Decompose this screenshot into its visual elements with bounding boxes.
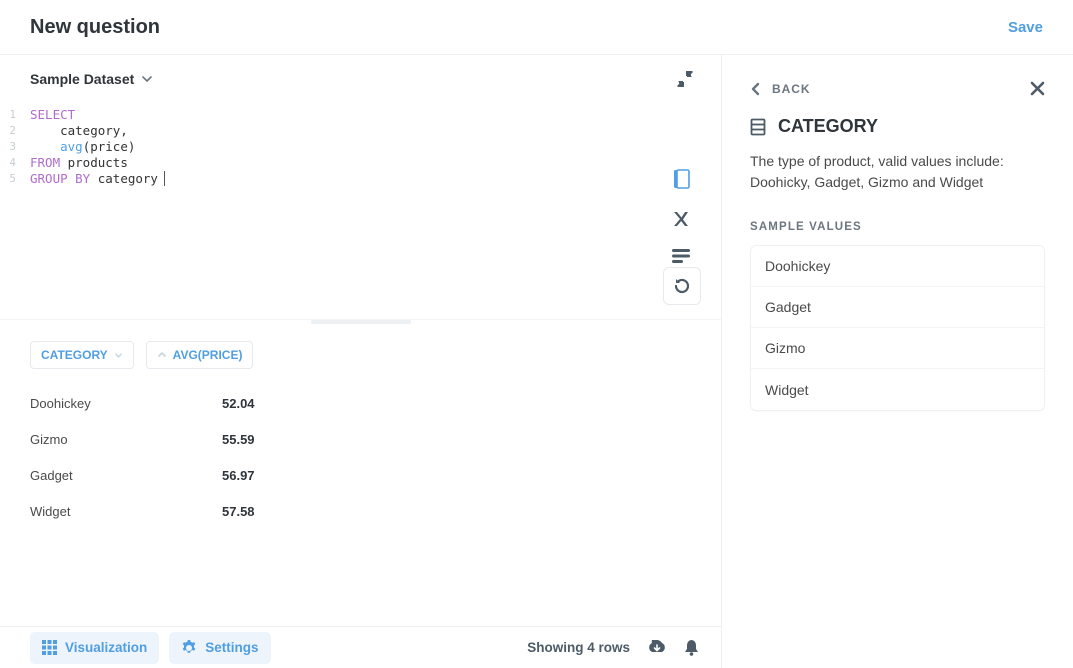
sort-icon [157, 350, 167, 360]
run-query-button[interactable] [663, 267, 701, 305]
data-reference-button[interactable] [672, 169, 690, 189]
line-number: 5 [0, 171, 22, 187]
line-number: 4 [0, 155, 22, 171]
main-pane: Sample Dataset 12345 SELECT category, av… [0, 55, 722, 668]
column-header-avg-price[interactable]: AVG(PRICE) [146, 341, 254, 369]
page-title: New question [30, 16, 160, 39]
cell-category: Widget [30, 504, 222, 519]
column-headers: CATEGORY AVG(PRICE) [0, 341, 721, 379]
column-label: CATEGORY [41, 348, 108, 362]
data-reference-icon [672, 169, 690, 189]
settings-label: Settings [205, 640, 258, 655]
sample-value-item[interactable]: Gadget [751, 287, 1044, 328]
back-button[interactable]: BACK [750, 82, 811, 96]
bell-icon [684, 639, 699, 656]
snippet-icon [672, 249, 690, 263]
settings-button[interactable]: Settings [169, 632, 270, 664]
download-icon [648, 640, 666, 656]
field-description: The type of product, valid values includ… [750, 151, 1030, 193]
cell-value: 55.59 [222, 432, 292, 447]
line-number: 3 [0, 139, 22, 155]
cell-value: 56.97 [222, 468, 292, 483]
sample-values-list: DoohickeyGadgetGizmoWidget [750, 245, 1045, 411]
line-number: 2 [0, 123, 22, 139]
chevron-down-icon [142, 74, 152, 84]
visualization-button[interactable]: Visualization [30, 632, 159, 664]
cell-value: 52.04 [222, 396, 292, 411]
results-table: Doohickey52.04Gizmo55.59Gadget56.97Widge… [0, 379, 721, 529]
variables-button[interactable] [671, 211, 691, 227]
line-number: 1 [0, 107, 22, 123]
visualization-label: Visualization [65, 640, 147, 655]
sample-value-item[interactable]: Doohickey [751, 246, 1044, 287]
table-row[interactable]: Gizmo55.59 [30, 421, 691, 457]
alerts-button[interactable] [684, 639, 699, 656]
chevron-left-icon [750, 82, 760, 96]
database-name: Sample Dataset [30, 71, 134, 87]
field-title: CATEGORY [778, 116, 878, 137]
contract-icon [677, 71, 693, 87]
sample-values-heading: SAMPLE VALUES [750, 221, 1045, 233]
save-button[interactable]: Save [1008, 19, 1043, 36]
variable-icon [671, 211, 691, 227]
close-panel-button[interactable] [1030, 81, 1045, 96]
editor-resize-handle[interactable] [0, 319, 721, 323]
contract-editor-button[interactable] [677, 71, 693, 87]
table-row[interactable]: Doohickey52.04 [30, 385, 691, 421]
field-detail-panel: BACK CATEGORY The type of product, valid… [722, 55, 1073, 668]
table-row[interactable]: Gadget56.97 [30, 457, 691, 493]
cell-category: Gizmo [30, 432, 222, 447]
sample-value-item[interactable]: Gizmo [751, 328, 1044, 369]
results-area: CATEGORYAVG(PRICE) Doohickey52.04Gizmo55… [0, 323, 721, 626]
column-label: AVG(PRICE) [173, 348, 243, 362]
top-bar: New question Save [0, 0, 1073, 55]
native-query-editor: Sample Dataset 12345 SELECT category, av… [0, 55, 721, 323]
sample-value-item[interactable]: Widget [751, 369, 1044, 410]
cell-category: Doohickey [30, 396, 222, 411]
sql-code[interactable]: SELECT category, avg(price)FROM products… [30, 107, 657, 187]
cell-category: Gadget [30, 468, 222, 483]
bottom-bar: Visualization Settings Showing 4 rows [0, 626, 721, 668]
sql-editor[interactable]: 12345 SELECT category, avg(price)FROM pr… [0, 103, 721, 319]
back-label: BACK [772, 82, 811, 96]
row-count: Showing 4 rows [527, 640, 630, 655]
field-icon [750, 118, 766, 136]
snippets-button[interactable] [672, 249, 690, 263]
line-gutter: 12345 [0, 103, 22, 319]
database-picker[interactable]: Sample Dataset [30, 71, 152, 87]
close-icon [1030, 81, 1045, 96]
refresh-icon [673, 277, 691, 295]
field-title-row: CATEGORY [750, 116, 1045, 137]
cell-value: 57.58 [222, 504, 292, 519]
chevron-down-icon [114, 351, 123, 360]
download-button[interactable] [648, 640, 666, 656]
table-row[interactable]: Widget57.58 [30, 493, 691, 529]
gear-icon [181, 640, 197, 656]
column-header-category[interactable]: CATEGORY [30, 341, 134, 369]
grid-icon [42, 640, 57, 655]
